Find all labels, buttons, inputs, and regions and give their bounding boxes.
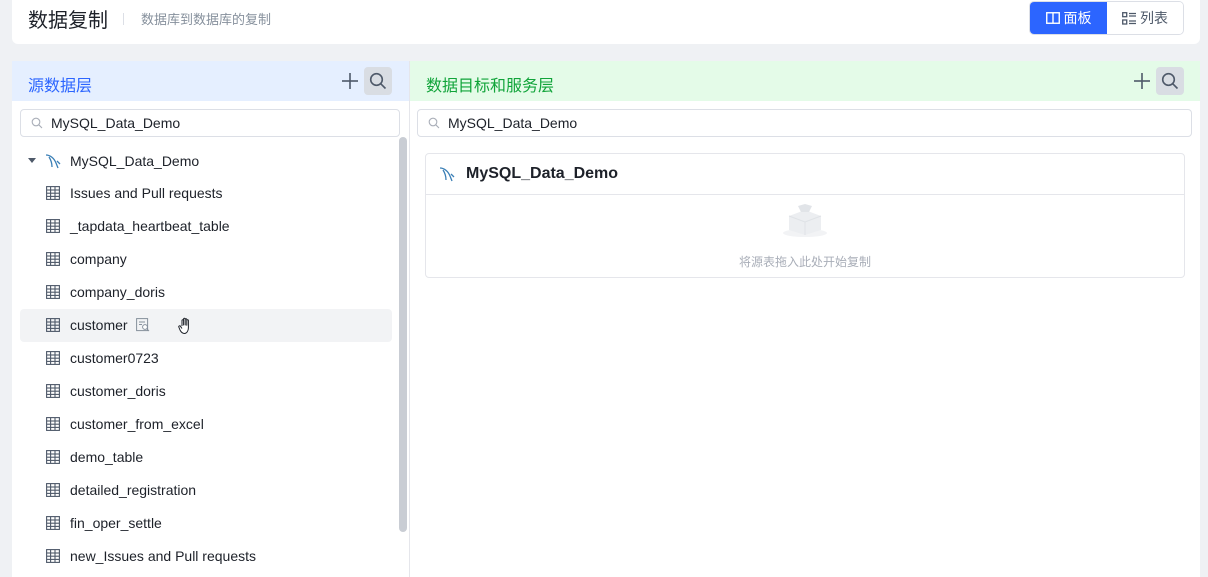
panel-view-button[interactable]: 面板 <box>1030 2 1107 34</box>
card-header: MySQL_Data_Demo <box>426 154 1184 195</box>
tree-root-connection[interactable]: MySQL_Data_Demo <box>20 145 392 177</box>
page-title: 数据复制 <box>28 10 108 32</box>
table-row[interactable]: _tapdata_heartbeat_table <box>20 210 392 243</box>
source-search-button[interactable] <box>364 67 392 95</box>
source-tree: MySQL_Data_Demo Issues and Pull requests… <box>20 145 392 573</box>
mysql-icon <box>439 167 455 182</box>
table-name: Issues and Pull requests <box>70 185 223 201</box>
target-search-button[interactable] <box>1156 67 1184 95</box>
source-panel-title: 源数据层 <box>28 78 93 95</box>
table-name: detailed_registration <box>70 482 197 498</box>
add-source-button[interactable] <box>340 71 360 91</box>
page-subtitle: 数据库到数据库的复制 <box>141 12 272 27</box>
table-name: company_doris <box>70 284 165 300</box>
source-scrollbar[interactable] <box>399 137 407 532</box>
view-toggle: 面板 列表 <box>1029 1 1184 35</box>
table-icon <box>46 351 60 365</box>
source-search-input[interactable] <box>51 115 351 131</box>
table-row[interactable]: demo_table <box>20 441 392 474</box>
table-preview-icon[interactable] <box>136 318 150 332</box>
table-icon <box>46 483 60 497</box>
source-panel: 源数据层 MySQL_Data_Demo Issues and Pull req… <box>12 61 409 577</box>
table-icon <box>46 450 60 464</box>
table-row[interactable]: fin_oper_settle <box>20 507 392 540</box>
panel-view-icon <box>1045 12 1060 24</box>
panel-view-label: 面板 <box>1063 10 1092 26</box>
table-row[interactable]: customer_doris <box>20 375 392 408</box>
plus-icon <box>1134 73 1150 89</box>
table-row[interactable]: company_doris <box>20 276 392 309</box>
table-name: demo_table <box>70 449 144 465</box>
page-header: 数据复制 数据库到数据库的复制 面板 列表 <box>12 0 1200 44</box>
table-icon <box>46 384 60 398</box>
table-row[interactable]: detailed_registration <box>20 474 392 507</box>
empty-box-icon <box>783 204 827 237</box>
table-icon <box>46 318 60 332</box>
table-row[interactable]: customer_from_excel <box>20 408 392 441</box>
source-search-field[interactable] <box>20 109 400 137</box>
table-name: customer_doris <box>70 383 166 399</box>
table-name: customer0723 <box>70 350 159 366</box>
search-icon <box>31 117 43 129</box>
plus-icon <box>342 73 358 89</box>
search-icon <box>369 72 387 90</box>
caret-down-icon[interactable] <box>28 158 36 163</box>
target-connection-card[interactable]: MySQL_Data_Demo 将源表拖入此处开始复制 <box>425 153 1185 278</box>
search-icon <box>1161 72 1179 90</box>
mysql-icon <box>45 154 61 169</box>
card-title: MySQL_Data_Demo <box>466 165 619 182</box>
target-panel-title: 数据目标和服务层 <box>426 78 555 95</box>
table-icon <box>46 417 60 431</box>
table-name: fin_oper_settle <box>70 515 162 531</box>
table-row[interactable]: Issues and Pull requests <box>20 177 392 210</box>
target-panel-header: 数据目标和服务层 <box>410 61 1200 101</box>
add-target-button[interactable] <box>1132 71 1152 91</box>
table-name: company <box>70 251 127 267</box>
table-icon <box>46 186 60 200</box>
table-name: new_Issues and Pull requests <box>70 548 256 564</box>
list-view-label: 列表 <box>1140 10 1168 26</box>
hand-cursor-icon <box>178 317 189 334</box>
target-search-field[interactable] <box>417 109 1192 137</box>
table-icon <box>46 219 60 233</box>
table-icon <box>46 549 60 563</box>
tree-root-label: MySQL_Data_Demo <box>70 153 200 169</box>
table-name: _tapdata_heartbeat_table <box>70 218 230 234</box>
title-divider <box>123 13 124 25</box>
target-search-input[interactable] <box>448 115 1148 131</box>
source-panel-header: 源数据层 <box>12 61 409 101</box>
search-icon <box>428 117 440 129</box>
table-row[interactable]: customer <box>20 309 392 342</box>
list-view-icon <box>1122 11 1136 25</box>
table-name: customer_from_excel <box>70 416 204 432</box>
table-icon <box>46 516 60 530</box>
target-panel: 数据目标和服务层 MySQL_Data_Demo 将源表拖入此处开始复制 <box>409 61 1200 577</box>
table-row[interactable]: customer0723 <box>20 342 392 375</box>
table-row[interactable]: new_Issues and Pull requests <box>20 540 392 573</box>
empty-hint-text: 将源表拖入此处开始复制 <box>738 255 871 269</box>
table-icon <box>46 285 60 299</box>
table-row[interactable]: company <box>20 243 392 276</box>
list-view-button[interactable]: 列表 <box>1107 2 1183 34</box>
table-name: customer <box>70 317 128 333</box>
table-icon <box>46 252 60 266</box>
